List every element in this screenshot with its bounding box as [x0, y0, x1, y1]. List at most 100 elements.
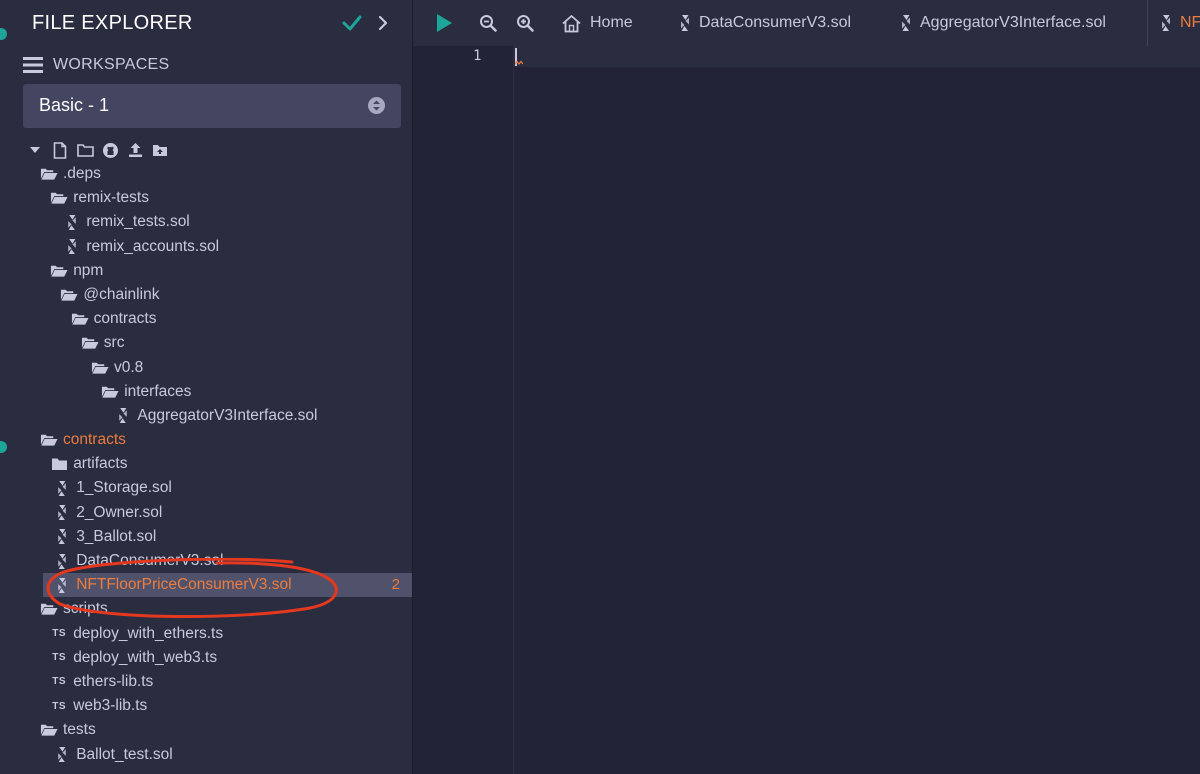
file-tree: .deps remix-tests remix_tests.sol remix_acc… — [8, 162, 412, 767]
file-explorer-panel: FILE EXPLORER WORKSPACES Basic - 1 .deps… — [8, 0, 412, 774]
code-editor[interactable]: 1 — [413, 46, 1200, 774]
file-nftfloorpriceconsumerv3-sol[interactable]: NFTFloorPriceConsumerV3.sol 2 — [43, 573, 412, 598]
typescript-file-icon: TS — [50, 674, 68, 690]
upload-icon[interactable] — [126, 141, 144, 159]
file-dataconsumerv3-sol[interactable]: DataConsumerV3.sol — [8, 549, 412, 573]
solidity-file-icon — [63, 214, 81, 230]
tree-item-label: artifacts — [73, 455, 128, 473]
file-3-ballot-sol[interactable]: 3_Ballot.sol — [8, 525, 412, 549]
tab-home[interactable]: Home — [561, 0, 633, 46]
folder-open-icon — [40, 166, 58, 182]
zoom-out-icon[interactable] — [477, 12, 499, 34]
caret-down-icon[interactable] — [26, 141, 44, 159]
tree-item-label: deploy_with_web3.ts — [73, 648, 218, 666]
tree-item-label: web3-lib.ts — [73, 697, 148, 715]
solidity-file-icon — [53, 577, 71, 593]
file-tree-toolbar — [26, 141, 169, 159]
tree-item-label: npm — [73, 261, 104, 279]
hamburger-menu-icon[interactable] — [23, 55, 43, 75]
tree-item-label: scripts — [63, 600, 108, 618]
file-1-storage-sol[interactable]: 1_Storage.sol — [8, 476, 412, 500]
tree-item-label: DataConsumerV3.sol — [76, 552, 224, 569]
tree-item-label: tests — [63, 721, 96, 739]
workspace-select-value: Basic - 1 — [39, 95, 110, 115]
tree-item-label: remix_tests.sol — [86, 213, 190, 231]
file-deploy-with-ethers-ts[interactable]: TS deploy_with_ethers.ts — [8, 622, 412, 646]
solidity-file-icon — [114, 408, 132, 424]
ts-badge-text: TS — [52, 652, 67, 664]
folder-contracts[interactable]: contracts — [8, 428, 412, 452]
tree-item-label: contracts — [63, 431, 126, 449]
tab-label: DataConsumerV3.sol — [699, 14, 852, 31]
folder-open-icon — [40, 432, 58, 448]
folder-chainlink[interactable]: @chainlink — [8, 283, 412, 307]
upload-folder-icon[interactable] — [151, 141, 169, 159]
tab-label: Home — [590, 14, 633, 31]
folder-artifacts[interactable]: artifacts — [8, 452, 412, 476]
workspace-select[interactable]: Basic - 1 — [23, 84, 401, 128]
tree-item-label: deploy_with_ethers.ts — [73, 624, 224, 642]
folder-src[interactable]: src — [8, 331, 412, 355]
home-icon — [562, 14, 581, 32]
folder-remix-tests[interactable]: remix-tests — [8, 186, 412, 210]
folder-open-icon — [60, 287, 78, 303]
folder-tests[interactable]: tests — [8, 718, 412, 742]
tree-item-label: contracts — [93, 310, 157, 328]
line-number: 1 — [473, 48, 482, 64]
zoom-in-icon[interactable] — [514, 12, 536, 34]
ts-badge-text: TS — [52, 676, 67, 688]
icon-panel-edge — [0, 0, 8, 774]
folder-npm[interactable]: npm — [8, 259, 412, 283]
tree-item-label: NFTFloorPriceConsumerV3.sol — [76, 576, 292, 594]
file-remix-accounts-sol[interactable]: remix_accounts.sol — [8, 235, 412, 259]
tree-item-label: 2_Owner.sol — [76, 503, 163, 521]
folder-open-icon — [40, 722, 58, 738]
file-web3-lib-ts[interactable]: TS web3-lib.ts — [8, 694, 412, 718]
file-deploy-with-web3-ts[interactable]: TS deploy_with_web3.ts — [8, 646, 412, 670]
tree-item-label: AggregatorV3Interface.sol — [137, 406, 318, 424]
tab-nftfloorpriceconsumerv3[interactable]: NF — [1160, 0, 1200, 46]
folder-scripts[interactable]: scripts — [8, 597, 412, 621]
solidity-file-icon — [902, 15, 910, 31]
panel-title: FILE EXPLORER — [32, 12, 193, 34]
file-ethers-lib-ts[interactable]: TS ethers-lib.ts — [8, 670, 412, 694]
select-updown-icon — [368, 97, 385, 114]
solidity-file-icon — [53, 529, 71, 545]
file-remix-tests-sol[interactable]: remix_tests.sol — [8, 210, 412, 234]
new-file-icon[interactable] — [51, 141, 69, 159]
tree-item-label: remix_accounts.sol — [86, 237, 220, 255]
error-squiggle — [515, 60, 523, 65]
folder-v0-8[interactable]: v0.8 — [8, 356, 412, 380]
tab-dataconsumerv3[interactable]: DataConsumerV3.sol — [679, 0, 851, 46]
folder-open-icon — [50, 263, 68, 279]
chevron-right-icon[interactable] — [376, 14, 390, 32]
solidity-file-icon — [1162, 15, 1170, 31]
folder-open-icon — [40, 601, 58, 617]
run-script-icon[interactable] — [433, 12, 455, 34]
active-line-highlight — [514, 46, 1200, 67]
solidity-file-icon — [53, 553, 71, 569]
solidity-file-icon — [681, 15, 689, 31]
tree-item-label: v0.8 — [114, 358, 144, 376]
tree-item-label: src — [103, 334, 125, 352]
file-aggregatorv3interface-sol[interactable]: AggregatorV3Interface.sol — [8, 404, 412, 428]
tree-item-label: 1_Storage.sol — [76, 479, 172, 497]
folder-open-icon — [71, 311, 89, 327]
folder-deps[interactable]: .deps — [8, 162, 412, 186]
tab-aggregatorv3interface[interactable]: AggregatorV3Interface.sol — [900, 0, 1106, 46]
remix-ide-window: FILE EXPLORER WORKSPACES Basic - 1 .deps… — [0, 0, 1200, 774]
new-folder-icon[interactable] — [76, 141, 94, 159]
tree-item-label: remix-tests — [73, 189, 149, 207]
file-ballot-test-sol[interactable]: Ballot_test.sol — [8, 743, 412, 767]
gutter-divider — [513, 46, 514, 774]
github-icon[interactable] — [101, 141, 119, 159]
file-2-owner-sol[interactable]: 2_Owner.sol — [8, 501, 412, 525]
tree-item-label: @chainlink — [83, 285, 160, 303]
tree-item-label: .deps — [63, 165, 101, 182]
tree-item-label: Ballot_test.sol — [76, 745, 173, 763]
checkmark-icon — [342, 15, 362, 31]
folder-interfaces[interactable]: interfaces — [8, 380, 412, 404]
folder-icon — [50, 456, 68, 472]
folder-open-icon — [101, 384, 119, 400]
folder-contracts[interactable]: contracts — [8, 307, 412, 331]
